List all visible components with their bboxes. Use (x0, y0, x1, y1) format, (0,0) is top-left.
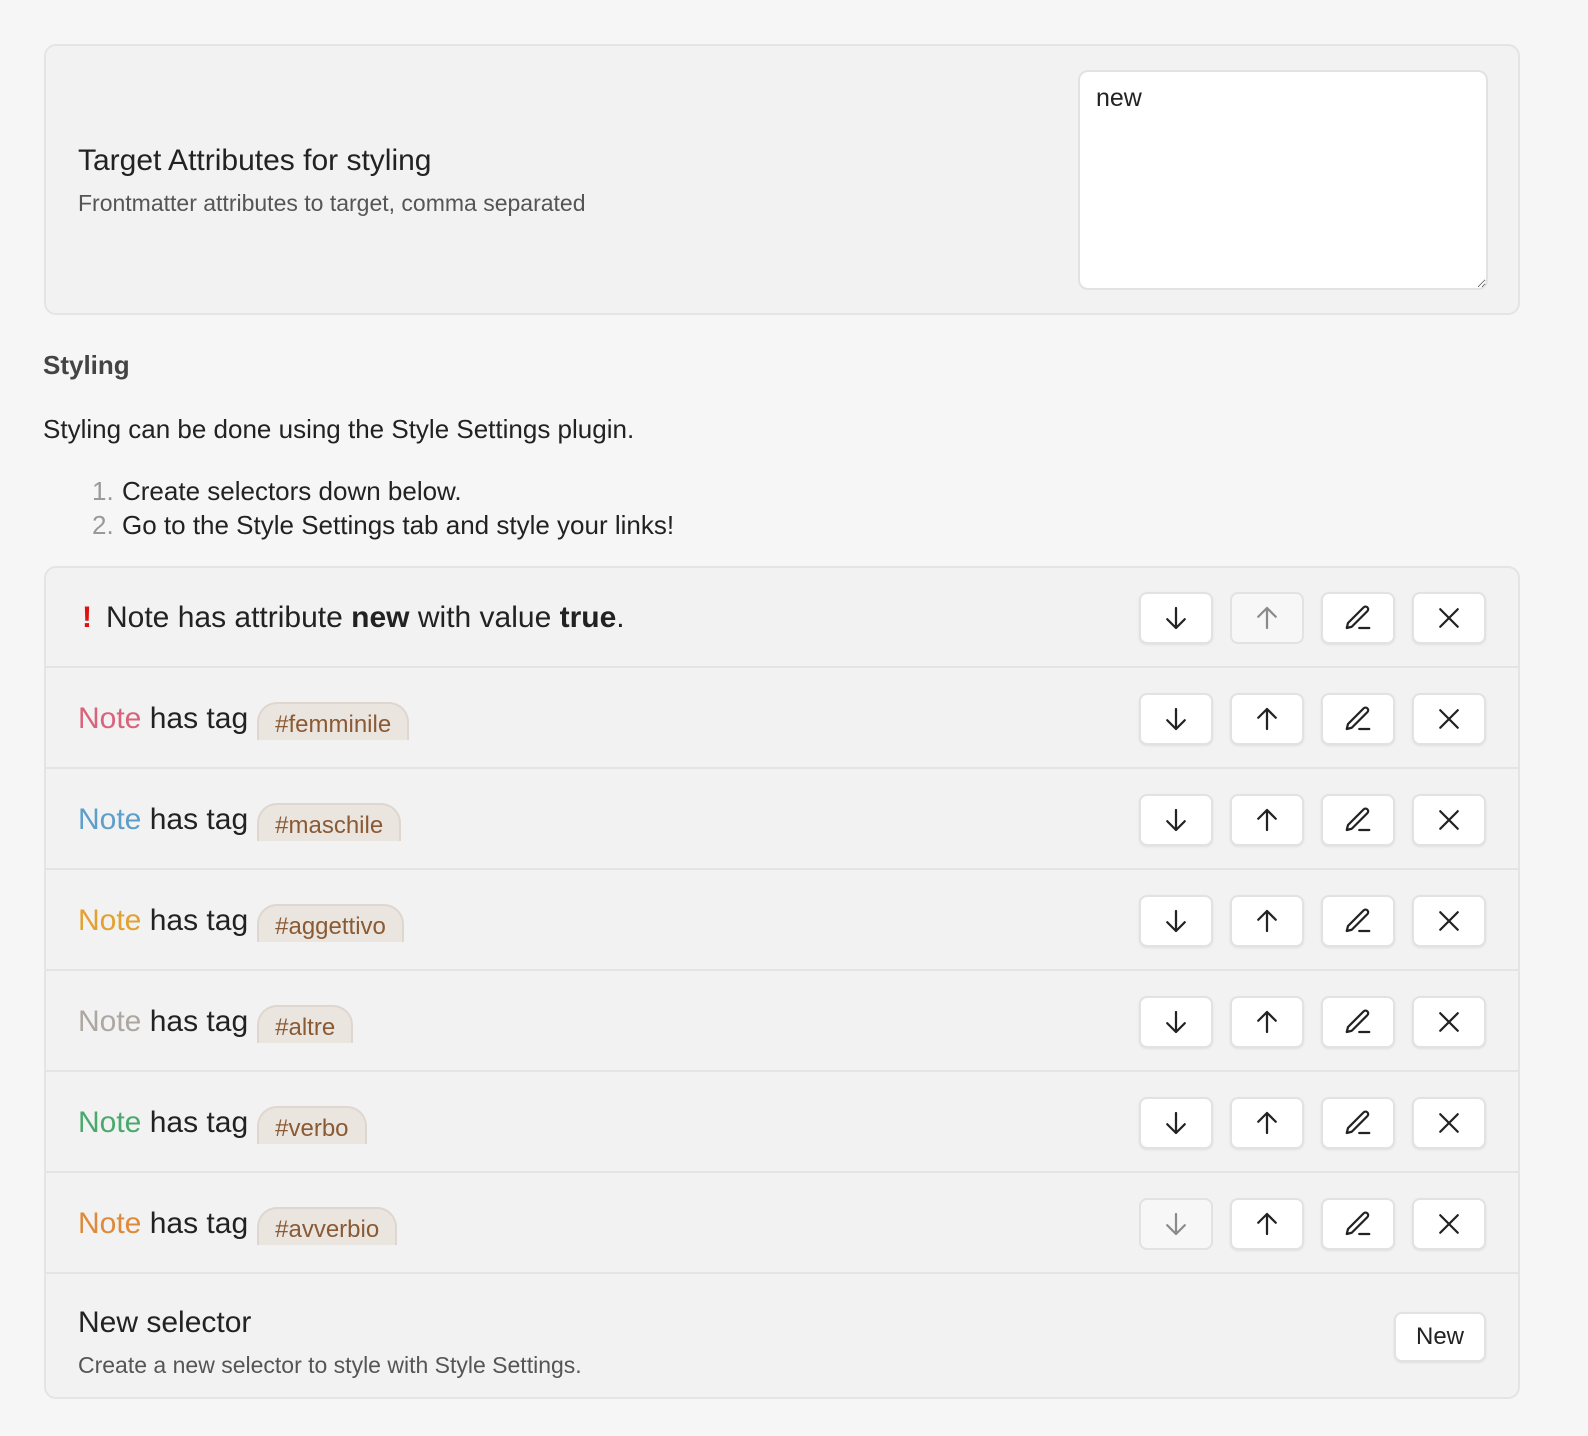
delete-button[interactable] (1412, 895, 1486, 947)
move-up-button[interactable] (1230, 693, 1304, 745)
move-down-button[interactable] (1139, 693, 1213, 745)
arrow-down-icon (1166, 808, 1186, 832)
arrow-down-icon (1166, 1010, 1186, 1034)
close-icon (1439, 1113, 1459, 1133)
attribute-name: new (351, 601, 410, 634)
close-icon (1439, 810, 1459, 830)
selector-row-tag: Note has tag #verbo (46, 1073, 1518, 1173)
delete-button[interactable] (1412, 1097, 1486, 1149)
delete-button[interactable] (1412, 693, 1486, 745)
tag-pill: #altre (257, 1005, 354, 1043)
pencil-icon (1345, 807, 1371, 832)
new-selector-description: Create a new selector to style with Styl… (78, 1352, 582, 1378)
close-icon (1439, 709, 1459, 729)
arrow-up-icon (1257, 1010, 1277, 1034)
edit-button[interactable] (1321, 592, 1395, 644)
move-up-button[interactable] (1230, 1198, 1304, 1250)
attribute-value: true (559, 601, 617, 634)
exclamation-icon: ! (82, 601, 92, 634)
note-word: Note (78, 702, 142, 735)
move-up-button[interactable] (1230, 996, 1304, 1048)
selector-row-tag: Note has tag #maschile (46, 770, 1518, 870)
arrow-up-icon (1257, 909, 1277, 933)
step-item: 1. Create selectors down below. (92, 476, 462, 506)
note-word: Note (78, 1005, 142, 1038)
arrow-down-icon (1166, 606, 1186, 630)
note-word: Note (78, 1207, 142, 1240)
target-attributes-setting: Target Attributes for styling Frontmatte… (44, 44, 1520, 315)
new-selector-title: New selector (78, 1306, 252, 1339)
row-actions (1139, 895, 1486, 947)
edit-button[interactable] (1321, 996, 1395, 1048)
pencil-icon (1345, 605, 1371, 630)
row-actions (1139, 1198, 1486, 1250)
setting-description: Frontmatter attributes to target, comma … (78, 190, 586, 216)
pencil-icon (1345, 1211, 1371, 1236)
arrow-up-icon (1257, 808, 1277, 832)
move-down-button[interactable] (1139, 895, 1213, 947)
delete-button[interactable] (1412, 592, 1486, 644)
pencil-icon (1345, 908, 1371, 933)
tag-pill: #maschile (257, 803, 402, 841)
move-down-button[interactable] (1139, 794, 1213, 846)
arrow-up-icon (1257, 606, 1277, 630)
selector-row-attribute: ! Note has attribute new with value true… (46, 568, 1518, 668)
selector-list: ! Note has attribute new with value true… (44, 566, 1520, 1399)
edit-button[interactable] (1321, 794, 1395, 846)
move-up-button[interactable] (1230, 895, 1304, 947)
edit-button[interactable] (1321, 1198, 1395, 1250)
new-selector-setting: New selector Create a new selector to st… (46, 1274, 1518, 1397)
selector-row-tag: Note has tag #avverbio (46, 1174, 1518, 1274)
pencil-icon (1345, 1009, 1371, 1034)
move-up-button[interactable] (1230, 794, 1304, 846)
styling-paragraph: Styling can be done using the Style Sett… (43, 414, 635, 444)
move-up-button[interactable] (1230, 592, 1304, 644)
row-actions (1139, 794, 1486, 846)
arrow-up-icon (1257, 707, 1277, 731)
tag-pill: #avverbio (257, 1207, 398, 1245)
arrow-up-icon (1257, 1111, 1277, 1135)
delete-button[interactable] (1412, 794, 1486, 846)
row-actions (1139, 1097, 1486, 1149)
close-icon (1439, 911, 1459, 931)
close-icon (1439, 608, 1459, 628)
move-down-button[interactable] (1139, 1198, 1213, 1250)
move-down-button[interactable] (1139, 996, 1213, 1048)
row-actions (1139, 693, 1486, 745)
tag-pill: #femminile (257, 702, 410, 740)
note-word: Note (78, 803, 142, 836)
note-word: Note (78, 1106, 142, 1139)
move-down-button[interactable] (1139, 1097, 1213, 1149)
edit-button[interactable] (1321, 1097, 1395, 1149)
selector-row-tag: Note has tag #femminile (46, 669, 1518, 769)
styling-heading: Styling (43, 350, 130, 380)
step-item: 2. Go to the Style Settings tab and style… (92, 510, 675, 540)
new-selector-button[interactable]: New (1394, 1312, 1486, 1362)
tag-pill: #verbo (257, 1106, 367, 1144)
styling-steps: 1. Create selectors down below. 2. Go to t… (92, 474, 674, 542)
setting-name: Target Attributes for styling (78, 144, 432, 177)
selector-row-tag: Note has tag #altre (46, 972, 1518, 1072)
arrow-down-icon (1166, 909, 1186, 933)
edit-button[interactable] (1321, 895, 1395, 947)
delete-button[interactable] (1412, 996, 1486, 1048)
arrow-down-icon (1166, 1111, 1186, 1135)
arrow-down-icon (1166, 1212, 1186, 1236)
close-icon (1439, 1012, 1459, 1032)
target-attributes-textarea[interactable]: new (1078, 70, 1488, 290)
arrow-up-icon (1257, 1212, 1277, 1236)
arrow-down-icon (1166, 707, 1186, 731)
pencil-icon (1345, 706, 1371, 731)
delete-button[interactable] (1412, 1198, 1486, 1250)
edit-button[interactable] (1321, 693, 1395, 745)
move-down-button[interactable] (1139, 592, 1213, 644)
tag-pill: #aggettivo (257, 904, 404, 942)
move-up-button[interactable] (1230, 1097, 1304, 1149)
row-actions (1139, 592, 1486, 644)
close-icon (1439, 1214, 1459, 1234)
note-word: Note (78, 904, 142, 937)
selector-row-tag: Note has tag #aggettivo (46, 871, 1518, 971)
pencil-icon (1345, 1110, 1371, 1135)
row-actions (1139, 996, 1486, 1048)
